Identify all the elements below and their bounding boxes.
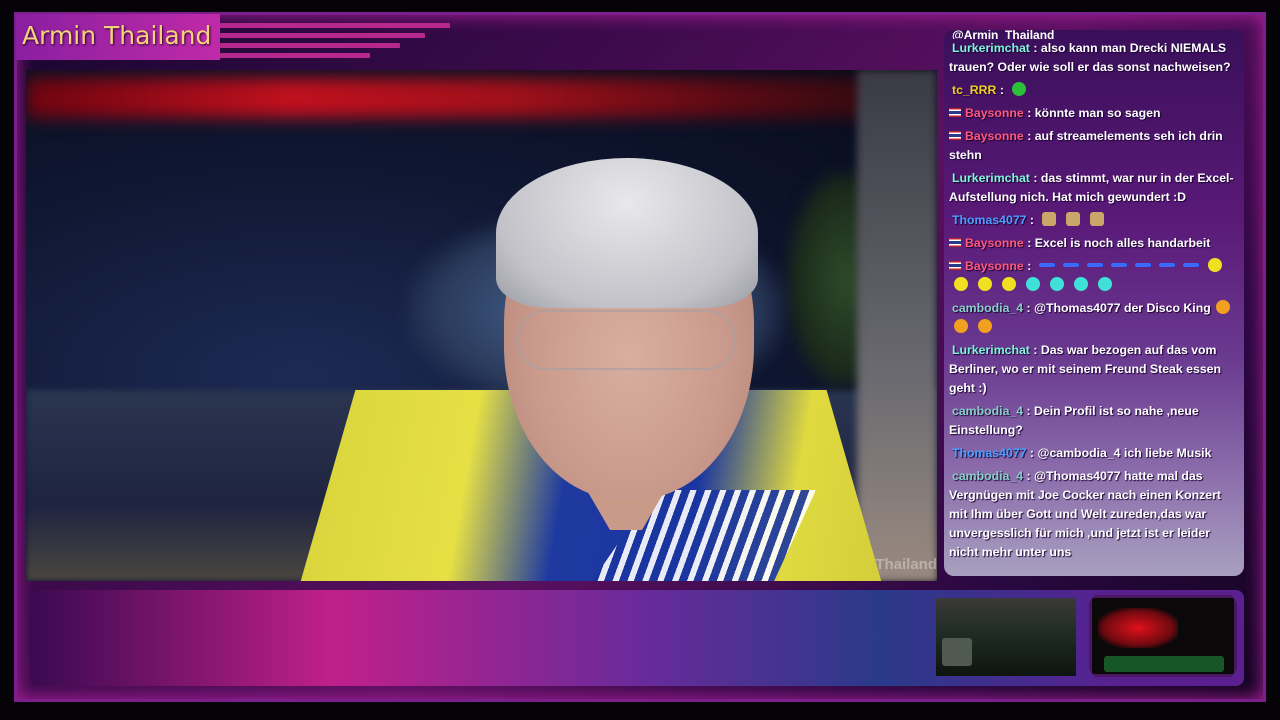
chat-username[interactable]: Lurkerimchat [952,171,1030,185]
wavy-emote-icon [1110,263,1127,267]
chat-message: Baysonne : auf streamelements seh ich dr… [949,127,1241,165]
chat-separator: : [1026,213,1038,227]
chat-username[interactable]: cambodia_4 [952,404,1023,418]
pac-emote-icon [1207,258,1222,272]
pac-emote-icon [954,277,968,291]
chat-message: Lurkerimchat : das stimmt, war nur in de… [949,169,1241,207]
cyan-emote-icon [1026,277,1040,291]
smile-emote-icon [1215,300,1230,314]
chat-message: Lurkerimchat : Das war bezogen auf das v… [949,341,1241,398]
chat-username[interactable]: Thomas4077 [952,213,1027,227]
chat-username[interactable]: Baysonne [965,106,1024,120]
wavy-emote-icon [1158,263,1175,267]
chat-message-list[interactable]: @Armin_Thailand Lurkerimchat : also kann… [949,30,1241,576]
background-red-light [26,78,906,118]
pac-emote-icon [1002,277,1016,291]
secondary-camera-feed [936,598,1076,676]
glasses [516,310,736,370]
background-wall [857,70,937,581]
chat-text: @cambodia_4 ich liebe Musik [1037,446,1212,460]
chat-username[interactable]: Thomas4077 [952,446,1027,460]
chat-separator: : [1023,236,1035,250]
wavy-emote-icon [1086,263,1103,267]
chat-message: Thomas4077 : @cambodia_4 ich liebe Musik [949,444,1241,463]
decor-stripe [220,33,425,38]
green-emote-icon [1012,82,1027,96]
idol-emote-icon [1042,212,1057,226]
chat-username[interactable]: cambodia_4 [952,301,1023,315]
decor-stripe [220,43,400,48]
person-hair [496,158,758,308]
decor-stripe [220,23,450,28]
chat-message: Lurkerimchat : also kann man Drecki NIEM… [949,39,1241,77]
pac-emote-icon [978,277,992,291]
idol-emote-icon [1066,212,1081,226]
chat-separator: : [1023,259,1035,273]
webcam-watermark: Thailand [875,556,937,573]
wavy-emote-icon [1062,263,1079,267]
chat-message: Baysonne : Excel is noch alles handarbei… [949,234,1241,253]
flag-icon [949,108,961,117]
chat-panel[interactable]: @Armin_Thailand Lurkerimchat : also kann… [944,30,1244,576]
chat-separator: : [1023,301,1035,315]
decor-stripe [220,53,370,58]
cyan-emote-icon [1098,277,1112,291]
wavy-emote-icon [1182,263,1199,267]
idol-emote-icon [1090,212,1105,226]
chat-partial-line: @Armin_Thailand [952,30,1055,39]
chat-separator: : [1029,343,1041,357]
chat-text: könnte man so sagen [1034,106,1161,120]
chat-username[interactable]: cambodia_4 [952,469,1023,483]
streamer-name: Armin Thailand [22,21,212,50]
smile-emote-icon [978,319,992,333]
chat-message: cambodia_4 : Dein Profil ist so nahe ,ne… [949,402,1241,440]
chat-separator: : [1023,129,1035,143]
smile-emote-icon [954,319,968,333]
main-webcam-feed: Thailand [26,70,937,581]
wavy-emote-icon [1038,263,1055,267]
chat-separator: : [1023,404,1035,418]
chat-message: Baysonne : könnte man so sagen [949,104,1241,123]
chat-separator: : [1029,171,1041,185]
chat-username[interactable]: Lurkerimchat [952,343,1030,357]
chat-username[interactable]: Baysonne [965,236,1024,250]
cyan-emote-icon [1074,277,1088,291]
chat-separator: : [1029,41,1041,55]
flag-icon [949,261,961,270]
chat-message: Thomas4077 : [949,211,1241,230]
chat-text: Excel is noch alles handarbeit [1034,236,1211,250]
chat-username[interactable]: Lurkerimchat [952,41,1030,55]
chat-message: cambodia_4 : @Thomas4077 der Disco King [949,299,1241,337]
flag-icon [949,238,961,247]
wavy-emote-icon [1134,263,1151,267]
chat-message: Baysonne : [949,257,1241,295]
chat-username[interactable]: tc_RRR [952,83,996,97]
chat-separator: : [1023,106,1035,120]
tertiary-camera-feed [1089,595,1237,677]
chat-username[interactable]: Baysonne [965,129,1024,143]
chat-separator: : [1026,446,1038,460]
chat-separator: : [1023,469,1035,483]
chat-text: @Thomas4077 der Disco King [1034,301,1211,315]
chat-message: tc_RRR : [949,81,1241,100]
chat-separator: : [996,83,1008,97]
chat-message: cambodia_4 : @Thomas4077 hatte mal das V… [949,467,1241,562]
flag-icon [949,131,961,140]
cyan-emote-icon [1050,277,1064,291]
chat-username[interactable]: Baysonne [965,259,1024,273]
